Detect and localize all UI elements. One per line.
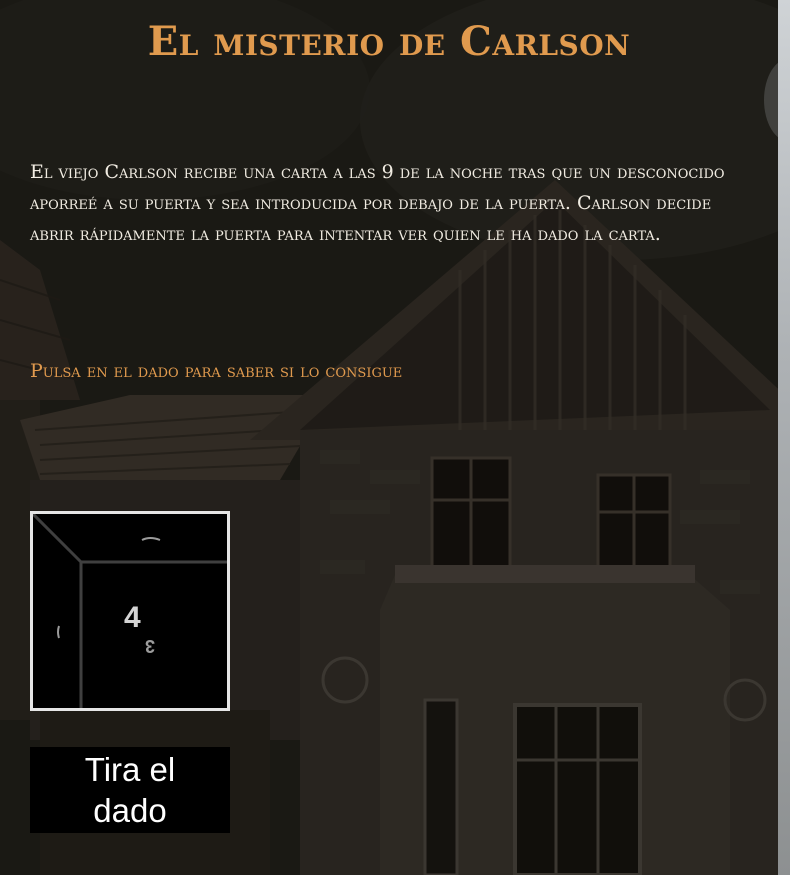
game-title: El misterio de Carlson bbox=[147, 18, 631, 65]
game-screen: El misterio de Carlson El viejo Carlson … bbox=[0, 0, 790, 875]
moonlit-sky-edge bbox=[778, 0, 790, 875]
die[interactable]: 3 4 bbox=[30, 511, 230, 711]
story-text: El viejo Carlson recibe una carta a las … bbox=[30, 161, 725, 245]
dark-overlay bbox=[0, 0, 778, 875]
roll-instruction: Pulsa en el dado para saber si lo consig… bbox=[30, 360, 403, 382]
roll-die-button[interactable]: Tira el dado bbox=[30, 747, 230, 833]
die-face-value: 4 bbox=[124, 601, 141, 634]
svg-text:3: 3 bbox=[145, 636, 155, 656]
